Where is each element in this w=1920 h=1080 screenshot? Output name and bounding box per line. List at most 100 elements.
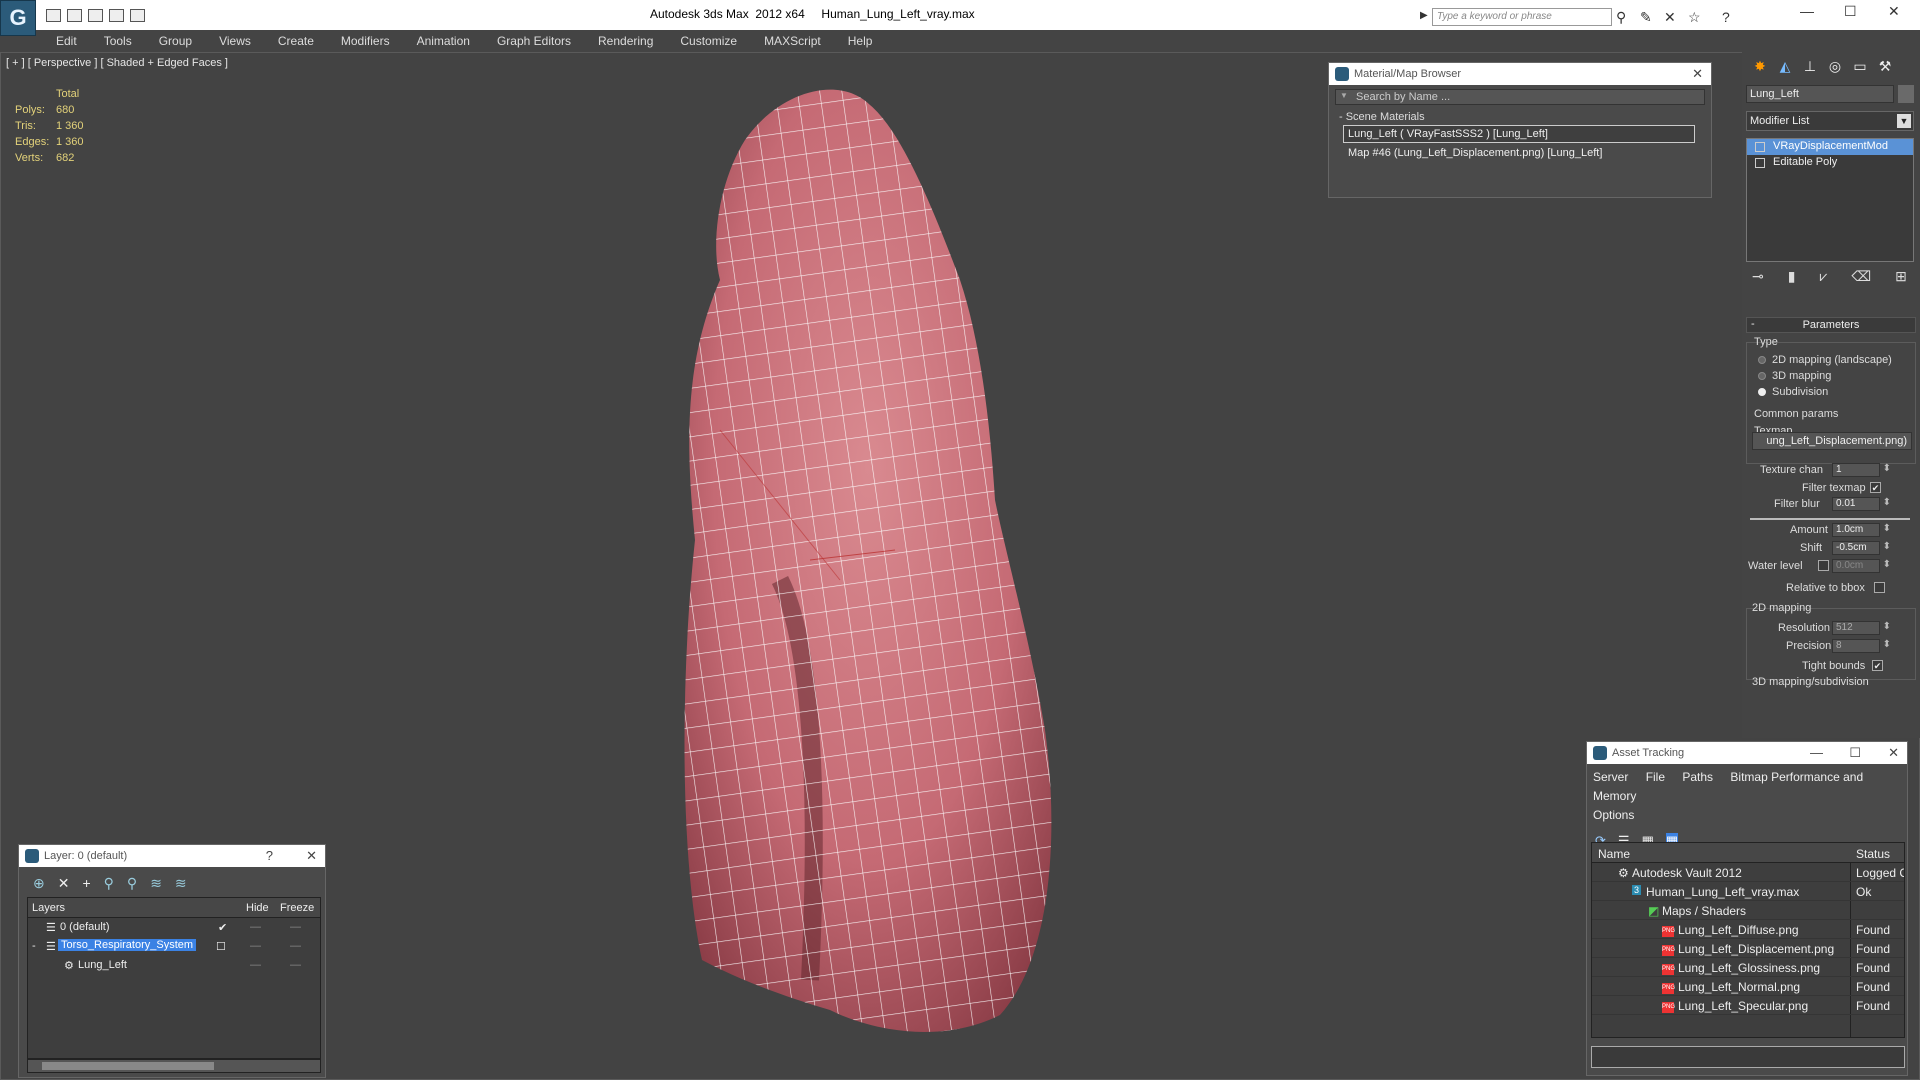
asset-row[interactable]: PNG Lung_Left_Diffuse.png Found (1592, 920, 1904, 939)
utilities-tab-icon[interactable]: ⚒ (1875, 58, 1895, 76)
new-layer-icon[interactable]: ⊕ (33, 875, 45, 892)
col-status[interactable]: Status (1856, 847, 1890, 861)
col-layers[interactable]: Layers (32, 902, 65, 914)
col-hide[interactable]: Hide (246, 902, 269, 914)
menu-options[interactable]: Options (1593, 808, 1634, 822)
material-search-input[interactable]: Search by Name ... (1335, 89, 1705, 105)
active-check-icon[interactable]: ✔ (218, 921, 227, 934)
texmap-button[interactable]: ung_Left_Displacement.png) (1752, 432, 1912, 450)
scroll-thumb[interactable] (42, 1062, 214, 1070)
menu-server[interactable]: Server (1593, 770, 1628, 784)
filter-blur-spinner[interactable]: 0.01 (1832, 497, 1891, 511)
close-icon[interactable]: ✕ (306, 848, 317, 864)
undo-icon[interactable] (88, 9, 103, 22)
layer-row[interactable]: ⚙ Lung_Left — — (28, 956, 320, 975)
binoculars-icon[interactable]: ⚲ (1616, 9, 1626, 26)
radio-icon[interactable] (1758, 372, 1766, 381)
menu-maxscript[interactable]: MAXScript (764, 34, 821, 48)
asset-row[interactable]: 3 Human_Lung_Left_vray.max Ok (1592, 882, 1904, 901)
scene-materials-section[interactable]: - Scene Materials (1335, 111, 1705, 123)
favorites-star-icon[interactable]: ☆ (1688, 9, 1701, 26)
menu-help[interactable]: Help (848, 34, 873, 48)
asset-row[interactable]: PNG Lung_Left_Glossiness.png Found (1592, 958, 1904, 977)
asset-row[interactable]: ◩ Maps / Shaders (1592, 901, 1904, 920)
hierarchy-tab-icon[interactable]: ⊥ (1800, 58, 1820, 76)
water-level-spinner[interactable]: 0.0cm (1832, 559, 1891, 573)
layer-row[interactable]: - ☰ Torso_Respiratory_System ☐ — — (28, 937, 320, 956)
help-icon[interactable]: ? (266, 848, 273, 863)
connect-icon[interactable]: ✕ (1664, 9, 1676, 26)
menu-create[interactable]: Create (278, 34, 314, 48)
freeze-toggle[interactable]: — (290, 921, 301, 933)
menu-views[interactable]: Views (219, 34, 251, 48)
freeze-all-icon[interactable]: ≋ (175, 875, 187, 892)
layer-row[interactable]: ☰ 0 (default) ✔ — — (28, 918, 320, 937)
freeze-toggle[interactable]: — (290, 959, 301, 971)
menu-customize[interactable]: Customize (680, 34, 737, 48)
amount-spinner[interactable]: 1.0cm (1832, 523, 1891, 537)
save-file-icon[interactable] (67, 9, 82, 22)
object-name-input[interactable]: Lung_Left (1746, 85, 1894, 103)
minimize-icon[interactable]: — (1800, 3, 1814, 19)
precision-spinner[interactable]: 8 (1832, 639, 1891, 653)
asset-path-field[interactable] (1591, 1046, 1905, 1068)
radio-subdivision[interactable]: Subdivision (1758, 386, 1828, 398)
configure-sets-icon[interactable]: ⊞ (1895, 268, 1907, 285)
hide-toggle[interactable]: — (250, 921, 261, 933)
shift-spinner[interactable]: -0.5cm (1832, 541, 1891, 555)
keyword-search-input[interactable]: Type a keyword or phrase (1432, 8, 1612, 26)
menu-rendering[interactable]: Rendering (598, 34, 653, 48)
resolution-spinner[interactable]: 512 (1832, 621, 1891, 635)
asset-row[interactable]: PNG Lung_Left_Displacement.png Found (1592, 939, 1904, 958)
stack-item-vray-displacement[interactable]: VRayDisplacementMod (1747, 139, 1913, 155)
menu-group[interactable]: Group (159, 34, 192, 48)
project-folder-icon[interactable] (130, 9, 145, 22)
map-item[interactable]: Map #46 (Lung_Left_Displacement.png) [Lu… (1343, 144, 1695, 162)
close-icon[interactable]: ✕ (1888, 745, 1899, 761)
asset-tracking-header[interactable]: Asset Tracking — ☐ ✕ (1587, 742, 1907, 764)
remove-modifier-icon[interactable]: ⌫ (1851, 268, 1871, 285)
menu-file[interactable]: File (1646, 770, 1665, 784)
lung-3d-model[interactable] (640, 80, 1120, 1040)
material-item[interactable]: Lung_Left ( VRayFastSSS2 ) [Lung_Left] (1343, 125, 1695, 143)
stack-item-editable-poly[interactable]: Editable Poly (1747, 155, 1913, 171)
material-browser-header[interactable]: Material/Map Browser ✕ (1329, 63, 1711, 85)
close-icon[interactable]: ✕ (1692, 66, 1703, 82)
minimize-icon[interactable]: — (1810, 745, 1823, 760)
delete-layer-icon[interactable]: ✕ (58, 875, 70, 892)
freeze-toggle[interactable]: — (290, 940, 301, 952)
display-tab-icon[interactable]: ▭ (1850, 58, 1870, 76)
select-objects-icon[interactable]: ⚲ (104, 875, 114, 892)
expand-icon[interactable] (1755, 158, 1765, 168)
menu-modifiers[interactable]: Modifiers (341, 34, 390, 48)
col-freeze[interactable]: Freeze (280, 902, 314, 914)
hide-toggle[interactable]: — (250, 940, 261, 952)
filter-texmap-checkbox[interactable]: ✔ (1870, 482, 1881, 493)
parameters-rollout[interactable]: - Parameters (1746, 317, 1916, 333)
modify-tab-icon[interactable]: ◭ (1775, 58, 1795, 76)
asset-row[interactable]: ⚙ Autodesk Vault 2012 Logged C (1592, 863, 1904, 882)
maximize-icon[interactable]: ☐ (1844, 3, 1857, 20)
viewport-label[interactable]: [ + ] [ Perspective ] [ Shaded + Edged F… (6, 57, 228, 69)
texture-chan-spinner[interactable]: 1 (1832, 463, 1891, 477)
modifier-list-dropdown[interactable]: Modifier List ▼ (1746, 111, 1914, 131)
redo-icon[interactable] (109, 9, 124, 22)
object-color-swatch[interactable] (1898, 85, 1914, 103)
maximize-icon[interactable]: ☐ (1849, 745, 1861, 761)
create-tab-icon[interactable]: ✸ (1750, 58, 1770, 76)
menu-paths[interactable]: Paths (1682, 770, 1713, 784)
expand-icon[interactable]: - (32, 940, 36, 952)
layer-scrollbar[interactable] (27, 1059, 321, 1073)
close-icon[interactable]: ✕ (1888, 3, 1900, 20)
tight-bounds-checkbox[interactable]: ✔ (1872, 660, 1883, 671)
menu-graph-editors[interactable]: Graph Editors (497, 34, 571, 48)
app-logo-icon[interactable]: G (0, 0, 36, 36)
water-level-checkbox[interactable] (1818, 560, 1829, 571)
motion-tab-icon[interactable]: ◎ (1825, 58, 1845, 76)
menu-animation[interactable]: Animation (417, 34, 470, 48)
bulb-icon[interactable] (1755, 142, 1765, 152)
relative-bbox-checkbox[interactable] (1874, 582, 1885, 593)
make-unique-icon[interactable]: ⩗ (1819, 268, 1827, 285)
pin-stack-icon[interactable]: ⊸ (1752, 268, 1764, 285)
open-file-icon[interactable] (46, 9, 61, 22)
